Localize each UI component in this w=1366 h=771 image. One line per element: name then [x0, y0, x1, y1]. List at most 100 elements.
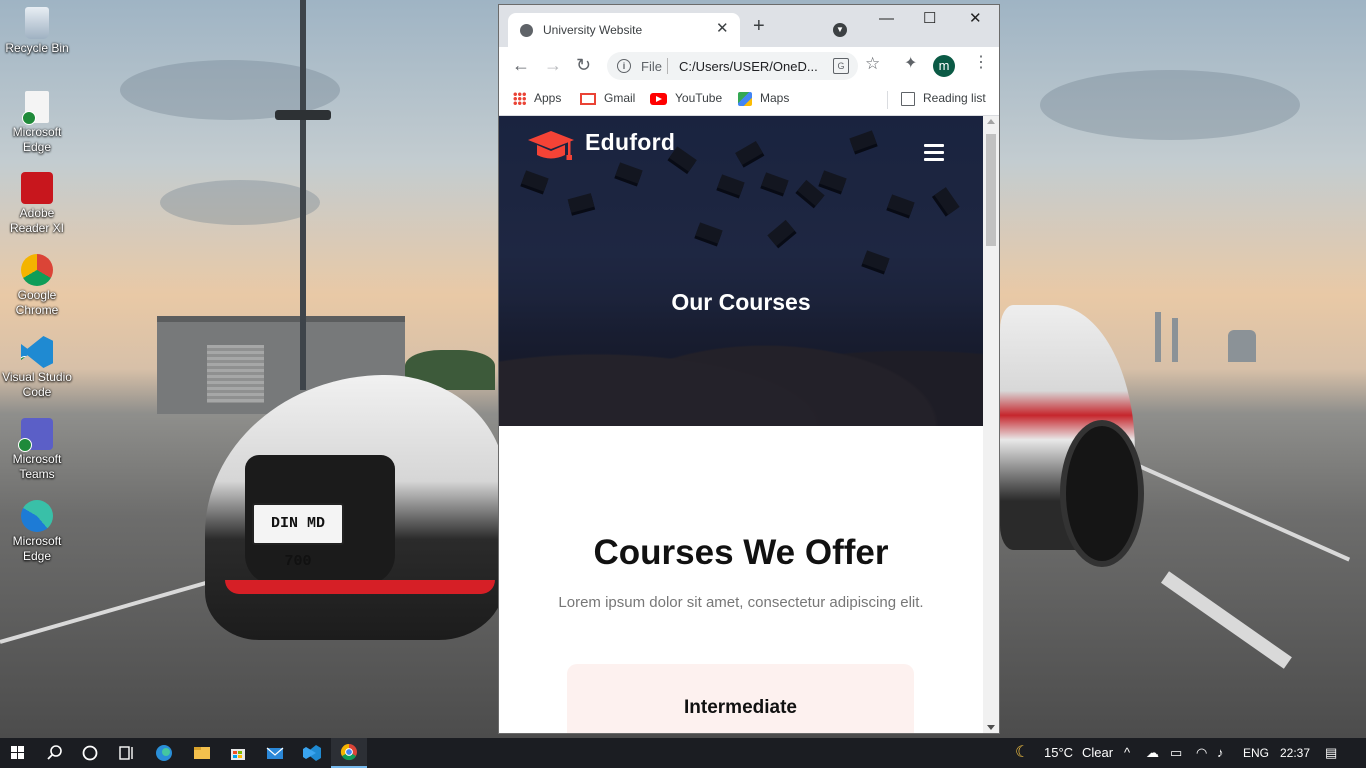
reading-list-icon	[901, 91, 915, 106]
course-card[interactable]: Intermediate	[567, 664, 914, 733]
desktop-icon-label: Microsoft Edge	[12, 534, 62, 563]
section-subtitle: Lorem ipsum dolor sit amet, consectetur …	[558, 594, 924, 611]
license-plate: DIN MD 700	[252, 503, 344, 570]
onedrive-cloud-icon[interactable]: ☁	[1146, 745, 1159, 761]
chrome-icon	[21, 254, 53, 286]
bookmarks-bar: Apps Gmail YouTube Maps Reading list	[499, 85, 999, 116]
taskbar-mail[interactable]	[257, 738, 293, 768]
cloud	[160, 180, 320, 225]
desktop-icon-adobe-reader[interactable]: Adobe Reader XI	[0, 172, 74, 236]
back-arrow-icon[interactable]: ←	[512, 56, 530, 74]
weather-temperature[interactable]: 15°C	[1044, 745, 1073, 760]
scroll-down-arrow-icon[interactable]	[987, 725, 995, 730]
extensions-puzzle-icon[interactable]: ✦	[904, 56, 917, 72]
chrome-icon	[340, 743, 357, 761]
translate-icon[interactable]: G	[833, 58, 849, 74]
clock[interactable]: 22:37	[1280, 746, 1310, 760]
desktop-icon-vscode[interactable]: Visual Studio Code	[0, 336, 74, 400]
menu-kebab-icon[interactable]: ⋮	[973, 55, 989, 71]
mail-icon	[266, 747, 284, 759]
vscode-icon	[21, 336, 53, 368]
adobe-reader-icon	[21, 172, 53, 204]
globe-icon	[520, 24, 533, 37]
bookmark-maps[interactable]: Maps	[738, 91, 789, 106]
info-icon[interactable]: i	[617, 59, 631, 73]
graduation-cap-logo-icon	[528, 131, 574, 160]
cloud	[1040, 70, 1300, 140]
teams-icon	[18, 418, 53, 452]
desktop-icon-chrome[interactable]: Google Chrome	[0, 254, 74, 318]
new-tab-button[interactable]: +	[753, 16, 765, 36]
language-indicator[interactable]: ENG	[1243, 746, 1269, 760]
notifications-icon[interactable]: ▤	[1325, 745, 1337, 761]
tab-university-website[interactable]: University Website ✕	[508, 13, 740, 47]
wifi-icon[interactable]: ◠	[1196, 745, 1207, 761]
taskbar-edge[interactable]	[146, 738, 182, 768]
edge-shortcut-icon	[22, 91, 49, 125]
desktop-icon-teams[interactable]: Microsoft Teams	[0, 418, 74, 482]
tab-strip: University Website ✕ + ▼ — ☐ ✕	[499, 5, 999, 47]
weather-moon-icon[interactable]: ☾	[1015, 742, 1029, 762]
reload-icon[interactable]: ↻	[576, 56, 591, 74]
address-bar[interactable]: i File C:/Users/USER/OneD... G	[607, 52, 858, 80]
bookmark-star-icon[interactable]: ☆	[865, 55, 880, 72]
volume-icon[interactable]: ♪	[1217, 745, 1224, 760]
car-trim	[225, 580, 495, 594]
page-viewport: Eduford Our Courses Courses We Offer Lor…	[499, 116, 983, 733]
bookmark-apps[interactable]: Apps	[513, 91, 562, 106]
browser-window: University Website ✕ + ▼ — ☐ ✕ ← → ↻ i F…	[498, 4, 1000, 734]
page-scrollbar[interactable]	[983, 116, 999, 733]
gmail-icon	[580, 92, 596, 105]
maximize-button[interactable]: ☐	[923, 11, 936, 27]
url-text[interactable]: C:/Users/USER/OneD...	[679, 59, 818, 74]
close-window-button[interactable]: ✕	[969, 11, 982, 27]
vscode-icon	[303, 745, 321, 761]
search-button[interactable]	[36, 738, 72, 768]
youtube-icon	[650, 92, 667, 105]
scrollbar-thumb[interactable]	[986, 134, 996, 246]
reading-list-label: Reading list	[923, 91, 986, 105]
brand-name[interactable]: Eduford	[585, 129, 675, 156]
profile-avatar[interactable]: m	[933, 55, 955, 77]
bookmark-youtube[interactable]: YouTube	[650, 91, 722, 105]
desktop-icon-recycle-bin[interactable]: Recycle Bin	[0, 7, 74, 56]
edge-icon	[21, 500, 53, 532]
taskbar-chrome[interactable]	[331, 738, 367, 768]
folder-icon	[194, 747, 210, 759]
search-icon	[47, 745, 62, 760]
lane-marking	[1160, 571, 1292, 669]
edge-icon	[156, 745, 172, 761]
windows-logo-icon	[11, 746, 24, 759]
desktop-icon-label: Adobe Reader XI	[9, 206, 65, 235]
section-title: Courses We Offer	[593, 533, 889, 572]
desktop-icon-edge[interactable]: Microsoft Edge	[0, 500, 74, 564]
desktop-icon-label: Recycle Bin	[5, 41, 69, 55]
task-view-button[interactable]	[108, 738, 144, 768]
tab-search-icon[interactable]: ▼	[833, 23, 847, 37]
hero-title: Our Courses	[671, 289, 811, 315]
weather-condition[interactable]: Clear	[1082, 745, 1113, 760]
forward-arrow-icon[interactable]: →	[544, 56, 562, 74]
reading-list-button[interactable]: Reading list	[901, 91, 986, 106]
desktop-icon-label: Microsoft Teams	[12, 452, 62, 481]
desktop-icon-edge-shortcut[interactable]: Microsoft Edge	[0, 91, 74, 155]
bookmark-label: YouTube	[675, 91, 723, 105]
taskbar-file-explorer[interactable]	[184, 738, 220, 768]
close-tab-icon[interactable]: ✕	[716, 19, 729, 37]
desktop-icon-label: Google Chrome	[15, 288, 59, 317]
show-hidden-icons-chevron-icon[interactable]: ^	[1124, 745, 1130, 760]
desktop-icon-label: Visual Studio Code	[2, 370, 72, 399]
divider	[667, 58, 668, 74]
taskbar-vscode[interactable]	[294, 738, 330, 768]
cortana-button[interactable]	[72, 738, 108, 768]
hamburger-menu-icon[interactable]	[924, 144, 944, 161]
recycle-bin-icon	[25, 7, 49, 39]
taskbar-store[interactable]	[220, 738, 256, 768]
battery-icon[interactable]: ▭	[1170, 745, 1182, 761]
light-pole	[300, 0, 306, 390]
bookmark-label: Apps	[534, 91, 562, 105]
bookmark-gmail[interactable]: Gmail	[580, 91, 635, 105]
start-button[interactable]	[0, 738, 36, 768]
minimize-button[interactable]: —	[879, 11, 894, 27]
scroll-up-arrow-icon[interactable]	[987, 119, 995, 124]
